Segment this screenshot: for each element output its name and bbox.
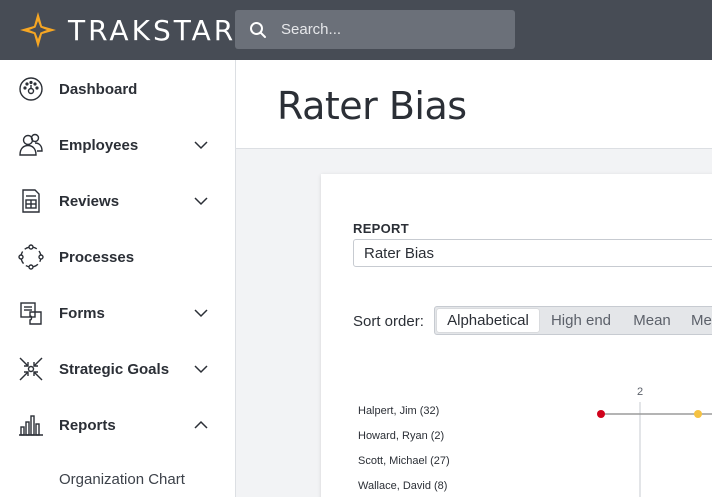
top-bar: TRAKSTAR (0, 0, 712, 60)
sidebar-item-employees[interactable]: Employees (0, 117, 235, 173)
sidebar-item-reviews[interactable]: Reviews (0, 173, 235, 229)
sidebar-item-label: Reports (59, 416, 116, 434)
chevron-down-icon[interactable] (192, 360, 210, 378)
sort-option-alphabetical[interactable]: Alphabetical (437, 309, 539, 332)
sort-option-mean[interactable]: Mean (623, 309, 681, 332)
chevron-down-icon[interactable] (192, 304, 210, 322)
sidebar-item-label: Forms (59, 304, 105, 322)
trakstar-logo[interactable]: TRAKSTAR (18, 10, 236, 50)
chevron-up-icon[interactable] (192, 416, 210, 434)
sidebar-item-strategic-goals[interactable]: Strategic Goals (0, 341, 235, 397)
sidebar-item-dashboard[interactable]: Dashboard (0, 61, 235, 117)
search-icon (235, 21, 281, 39)
chevron-down-icon[interactable] (192, 136, 210, 154)
sidebar-item-label: Processes (59, 248, 135, 266)
report-select[interactable]: Rater Bias (353, 239, 712, 267)
review-document-icon (18, 188, 44, 214)
sort-order-label: Sort order: (353, 313, 424, 330)
people-icon (18, 132, 44, 158)
dashboard-gauge-icon (18, 76, 44, 102)
report-select-value: Rater Bias (364, 244, 435, 262)
rater-point-low (597, 410, 605, 418)
rater-name: Wallace, David (8) (358, 480, 448, 492)
chevron-down-icon[interactable] (192, 192, 210, 210)
sidebar-item-processes[interactable]: Processes (0, 229, 235, 285)
sidebar: Dashboard Employees Reviews Processes Fo… (0, 60, 236, 497)
forms-puzzle-icon (18, 300, 44, 326)
search-input[interactable] (281, 21, 501, 38)
sort-option-high-end[interactable]: High end (541, 309, 621, 332)
sidebar-subitem-organization-chart[interactable]: Organization Chart (59, 471, 185, 488)
sidebar-item-label: Reviews (59, 192, 120, 210)
trakstar-star-icon (20, 12, 56, 48)
report-card: REPORT Rater Bias Sort order: Alphabetic… (321, 174, 712, 497)
rater-point-mid (694, 410, 702, 418)
process-cycle-icon (18, 244, 44, 270)
report-label: REPORT (353, 221, 409, 236)
sidebar-item-label: Employees (59, 136, 139, 154)
main-content: Rater Bias REPORT Rater Bias Sort order:… (236, 60, 712, 497)
rater-name: Scott, Michael (27) (358, 455, 450, 467)
goals-arrows-icon (18, 356, 44, 382)
page-title: Rater Bias (277, 84, 467, 128)
sidebar-item-label: Dashboard (59, 80, 138, 98)
search-box[interactable] (235, 10, 515, 49)
brand-name: TRAKSTAR (68, 13, 237, 47)
sort-option-median[interactable]: Me (683, 309, 712, 332)
rater-bias-chart: 2 Halpert, Jim (32) Howard, Ryan (2) Sco… (321, 374, 712, 497)
bar-chart-icon (18, 412, 44, 438)
sidebar-item-forms[interactable]: Forms (0, 285, 235, 341)
sort-order-toggle: Alphabetical High end Mean Me (434, 306, 712, 335)
rater-name: Howard, Ryan (2) (358, 430, 445, 442)
rater-name: Halpert, Jim (32) (358, 405, 440, 417)
sidebar-item-label: Strategic Goals (59, 360, 170, 378)
page-header: Rater Bias (236, 60, 712, 149)
sidebar-item-reports[interactable]: Reports (0, 397, 235, 453)
